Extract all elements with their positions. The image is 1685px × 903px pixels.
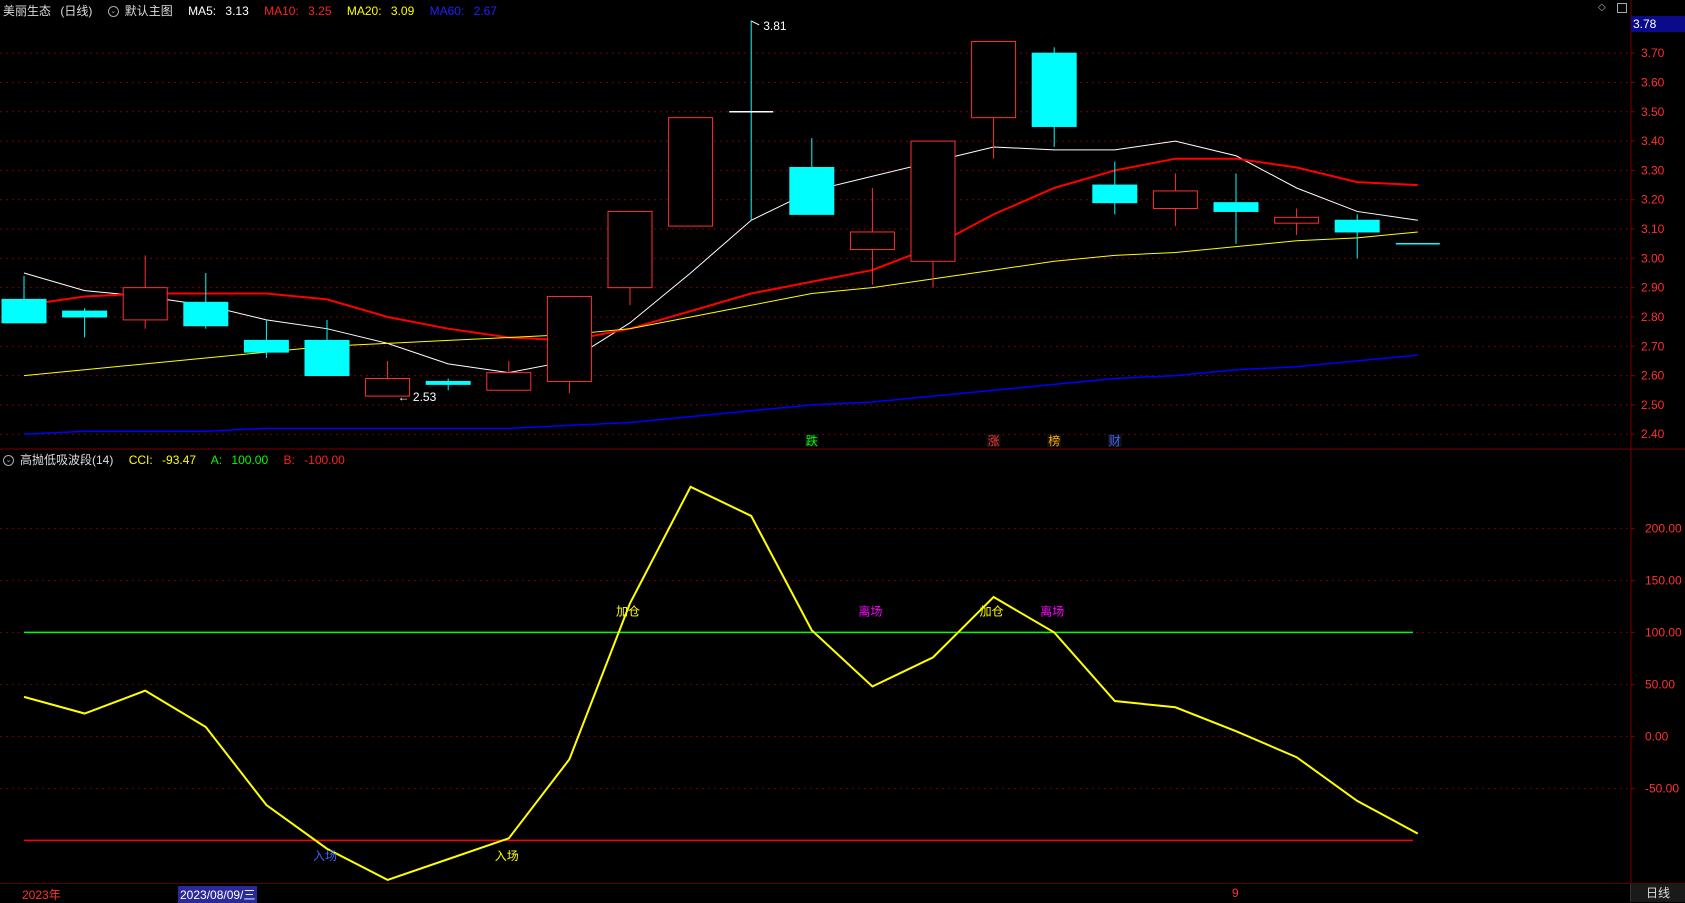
- cci-tick-label: 0.00: [1645, 729, 1669, 743]
- cursor-date-label: 2023/08/09/三: [178, 886, 258, 903]
- candle-body: [62, 310, 108, 318]
- price-tick-label: 3.20: [1641, 193, 1665, 207]
- price-tick-label: 2.80: [1641, 310, 1665, 324]
- candle-body: [668, 117, 714, 227]
- price-tick-label: 2.40: [1641, 427, 1665, 441]
- signal-label: 入场: [495, 849, 519, 863]
- event-marker: 跌: [806, 433, 818, 448]
- candle-body: [1092, 184, 1138, 204]
- signal-label: 加仓: [616, 605, 640, 619]
- candle-body: [486, 372, 532, 391]
- cci-tick-label: -50.00: [1645, 781, 1679, 795]
- price-tick-label: 3.30: [1641, 163, 1665, 177]
- candle-body: [1334, 219, 1380, 233]
- ma20-legend: MA20: 3.09: [346, 4, 415, 18]
- candle-body: [910, 140, 956, 262]
- candle-body: [183, 301, 229, 327]
- price-tick-label: 3.70: [1641, 46, 1665, 60]
- event-marker: 财: [1109, 434, 1121, 448]
- price-tick-label: 3.10: [1641, 222, 1665, 236]
- candle-body: [849, 231, 895, 251]
- ma10-legend: MA10: 3.25: [264, 4, 332, 18]
- cci-tick-label: 200.00: [1645, 521, 1682, 535]
- main-chart-header: 美丽生态 (日线) ⌄ 默认主图 MA5: 3.13 MA10: 3.25 MA2…: [3, 2, 509, 19]
- price-tick-label: 3.50: [1641, 105, 1665, 119]
- month-label: 9: [1232, 886, 1239, 900]
- candle-body: [425, 380, 471, 385]
- candle-body: [607, 210, 653, 289]
- indicator-selector[interactable]: ⌄ 高抛低吸波段(14): [3, 453, 119, 467]
- candle-body: [546, 295, 592, 382]
- chevron-down-icon: ⌄: [107, 6, 119, 18]
- ma60-legend: MA60: 2.67: [429, 4, 497, 18]
- signal-label: 入场: [313, 849, 337, 863]
- a-legend: A: 100.00: [210, 453, 269, 467]
- event-marker: 涨: [988, 433, 1000, 448]
- price-tick-label: 2.50: [1641, 398, 1665, 412]
- cci-tick-label: 100.00: [1645, 625, 1682, 639]
- price-tick-label: 2.60: [1641, 369, 1665, 383]
- tab-daily[interactable]: 日线: [1630, 884, 1685, 902]
- candle-body: [304, 339, 350, 377]
- candle-body: [971, 40, 1017, 119]
- time-axis-bar: 2023年 2023/08/09/三 9 日线: [0, 883, 1685, 903]
- signal-label: 离场: [1040, 604, 1064, 619]
- candle-body: [1213, 202, 1259, 212]
- maximize-icon[interactable]: [1617, 3, 1627, 13]
- low-price-label: ← 2.53: [398, 390, 437, 404]
- chevron-down-icon: ⌄: [3, 455, 14, 467]
- cci-tick-label: 150.00: [1645, 573, 1682, 587]
- series-line-ma20: [23, 231, 1418, 377]
- series-line-ma5: [23, 140, 1418, 374]
- candle-body: [1031, 52, 1077, 127]
- high-marker: [750, 20, 760, 26]
- price-tick-label: 3.00: [1641, 251, 1665, 265]
- candle-body: [1, 298, 47, 324]
- year-label: 2023年: [22, 888, 61, 902]
- candle-body: [1152, 190, 1198, 210]
- main-chart-selector[interactable]: ⌄ 默认主图: [107, 4, 179, 18]
- cci-tick-label: 50.00: [1645, 677, 1675, 691]
- signal-label: 离场: [858, 604, 882, 619]
- event-marker: 榜: [1048, 433, 1060, 448]
- price-tick-label: 3.40: [1641, 134, 1665, 148]
- high-price-label: 3.81: [763, 19, 787, 33]
- series-line-ma60: [23, 354, 1418, 435]
- b-legend: B: -100.00: [283, 453, 345, 467]
- series-line-cci: [23, 485, 1419, 882]
- signal-label: 加仓: [980, 605, 1004, 619]
- price-tick-label: 2.90: [1641, 281, 1665, 295]
- candle-body: [243, 339, 289, 353]
- indicator-header: ⌄ 高抛低吸波段(14) CCI: -93.47 A: 100.00 B: -10…: [3, 451, 357, 468]
- price-tick-label: 2.70: [1641, 339, 1665, 353]
- cci-legend: CCI: -93.47: [128, 453, 197, 467]
- ma5-legend: MA5: 3.13: [188, 4, 249, 18]
- candle-body: [789, 166, 835, 215]
- diamond-icon[interactable]: ◇: [1598, 3, 1608, 13]
- current-price-label: 3.78: [1631, 16, 1685, 32]
- candle-body: [1274, 216, 1320, 224]
- candle-body: [122, 287, 168, 321]
- price-tick-label: 3.60: [1641, 75, 1665, 89]
- stock-name: 美丽生态 (日线): [3, 4, 93, 18]
